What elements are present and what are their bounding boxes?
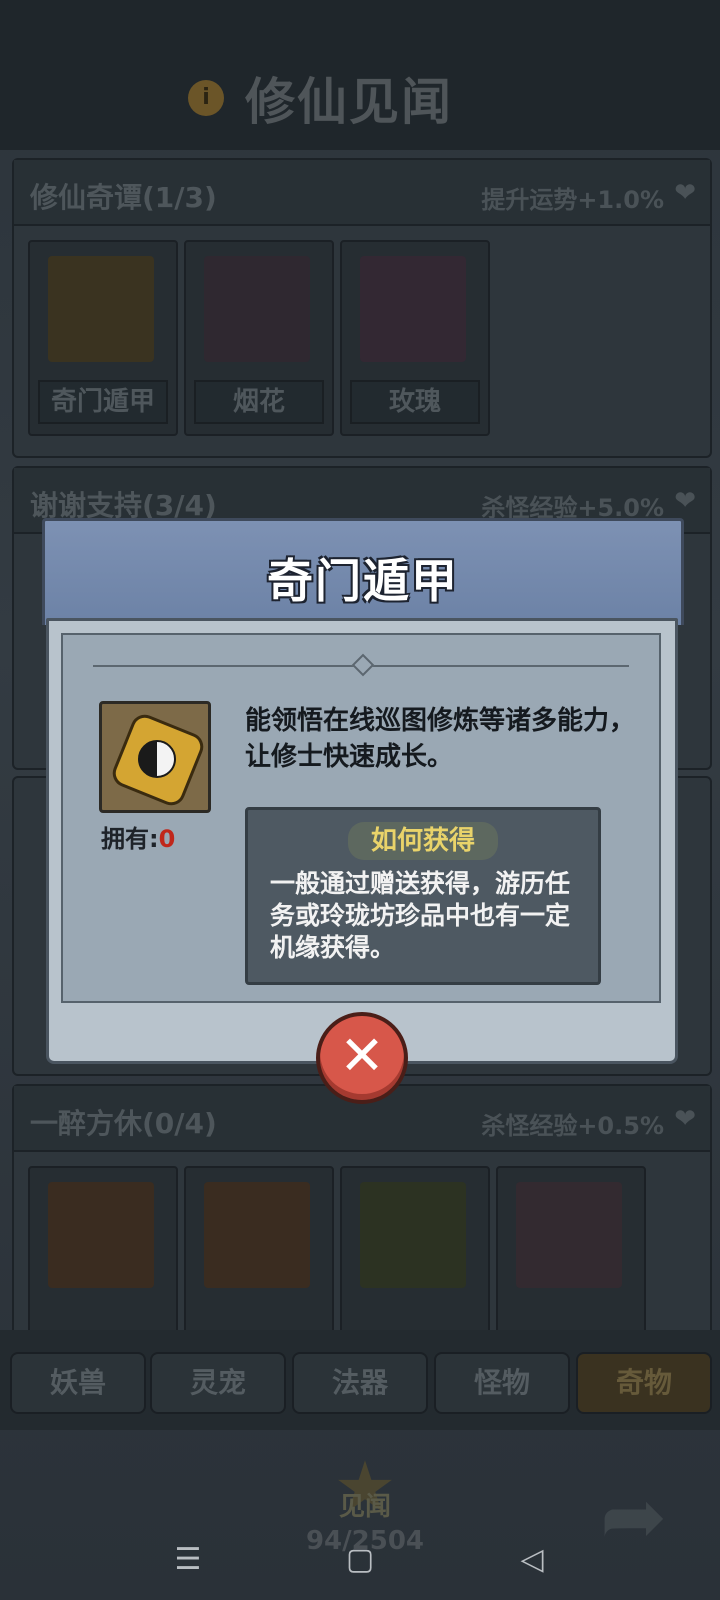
wine-jar-icon: [48, 1182, 154, 1288]
item-label: 玫瑰: [350, 380, 480, 424]
how-to-obtain-title: 如何获得: [348, 822, 498, 860]
how-to-obtain-text: 一般通过赠送获得，游历任务或玲珑坊珍品中也有一定机缘获得。: [270, 869, 571, 962]
rose-icon: [360, 256, 466, 362]
item-card-qimen[interactable]: 奇门遁甲: [28, 240, 178, 436]
close-icon: ✕: [339, 1024, 385, 1087]
section-header: 修仙奇谭(1/3) 提升运势+1.0% ❤: [14, 160, 710, 226]
section-title: 修仙奇谭(1/3): [30, 181, 217, 214]
owned-number: 0: [158, 825, 176, 853]
section-bonus: 杀怪经验+0.5%: [481, 1112, 664, 1140]
tab-guaiwu[interactable]: 怪物: [434, 1352, 570, 1414]
heart-icon: ❤: [674, 1104, 696, 1134]
category-tab-bar: 妖兽 灵宠 法器 怪物 奇物: [0, 1330, 720, 1430]
android-nav-bar: ☰ ▢ ◁: [0, 1520, 720, 1600]
owned-count: 拥有:0: [101, 819, 175, 854]
firework-icon: [204, 256, 310, 362]
tab-lingchong[interactable]: 灵宠: [150, 1352, 286, 1414]
section-xiuxian-qitan: 修仙奇谭(1/3) 提升运势+1.0% ❤ 奇门遁甲 烟花 玫瑰: [12, 158, 712, 458]
item-icon-frame: [99, 701, 211, 813]
item-label: 烟花: [194, 380, 324, 424]
close-button[interactable]: ✕: [316, 1012, 408, 1104]
back-icon[interactable]: ◁: [510, 1538, 554, 1582]
modal-content-panel: 拥有:0 能领悟在线巡图修炼等诸多能力，让修士快速成长。 如何获得 一般通过赠送…: [61, 633, 661, 1003]
yin-yang-icon: [138, 740, 176, 778]
item-label: 奇门遁甲: [38, 380, 168, 424]
diamond-ornament-icon: [351, 653, 375, 677]
wine-jar-icon: [204, 1182, 310, 1288]
modal-body: 拥有:0 能领悟在线巡图修炼等诸多能力，让修士快速成长。 如何获得 一般通过赠送…: [46, 618, 678, 1064]
item-description: 能领悟在线巡图修炼等诸多能力，让修士快速成长。: [245, 706, 636, 772]
jianwen-label: 见闻: [338, 1492, 391, 1522]
section-yizui-fangxiu: 一醉方休(0/4) 杀怪经验+0.5% ❤: [12, 1084, 712, 1362]
info-icon[interactable]: i: [188, 80, 224, 116]
heart-icon: ❤: [674, 178, 696, 208]
menu-icon[interactable]: ☰: [166, 1538, 210, 1582]
jianwen-badge[interactable]: ★ 见闻 94/2504: [300, 1452, 430, 1556]
potion-icon: [516, 1182, 622, 1288]
section-bonus: 提升运势+1.0%: [481, 186, 664, 214]
modal-header: 奇门遁甲: [42, 518, 684, 625]
item-card-meigui[interactable]: 玫瑰: [340, 240, 490, 436]
taiji-plate-icon: [48, 256, 154, 362]
home-icon[interactable]: ▢: [338, 1538, 382, 1582]
item-detail-modal: 奇门遁甲 拥有:0 能领悟在线巡图修炼等诸多能力，让修士快速成长。 如何获得 一…: [42, 518, 684, 1104]
tab-qiwu[interactable]: 奇物: [576, 1352, 712, 1414]
section-title: 一醉方休(0/4): [30, 1107, 217, 1140]
heart-icon: ❤: [674, 486, 696, 516]
gourd-icon: [360, 1182, 466, 1288]
how-to-obtain-box: 如何获得 一般通过赠送获得，游历任务或玲珑坊珍品中也有一定机缘获得。: [245, 807, 601, 985]
header: i 修仙见闻: [0, 0, 720, 150]
item-card-yanhua[interactable]: 烟花: [184, 240, 334, 436]
owned-label: 拥有:: [101, 825, 159, 853]
page-title: 修仙见闻: [245, 73, 453, 131]
tab-faqi[interactable]: 法器: [292, 1352, 428, 1414]
tab-yaoshou[interactable]: 妖兽: [10, 1352, 146, 1414]
modal-title: 奇门遁甲: [267, 554, 459, 608]
